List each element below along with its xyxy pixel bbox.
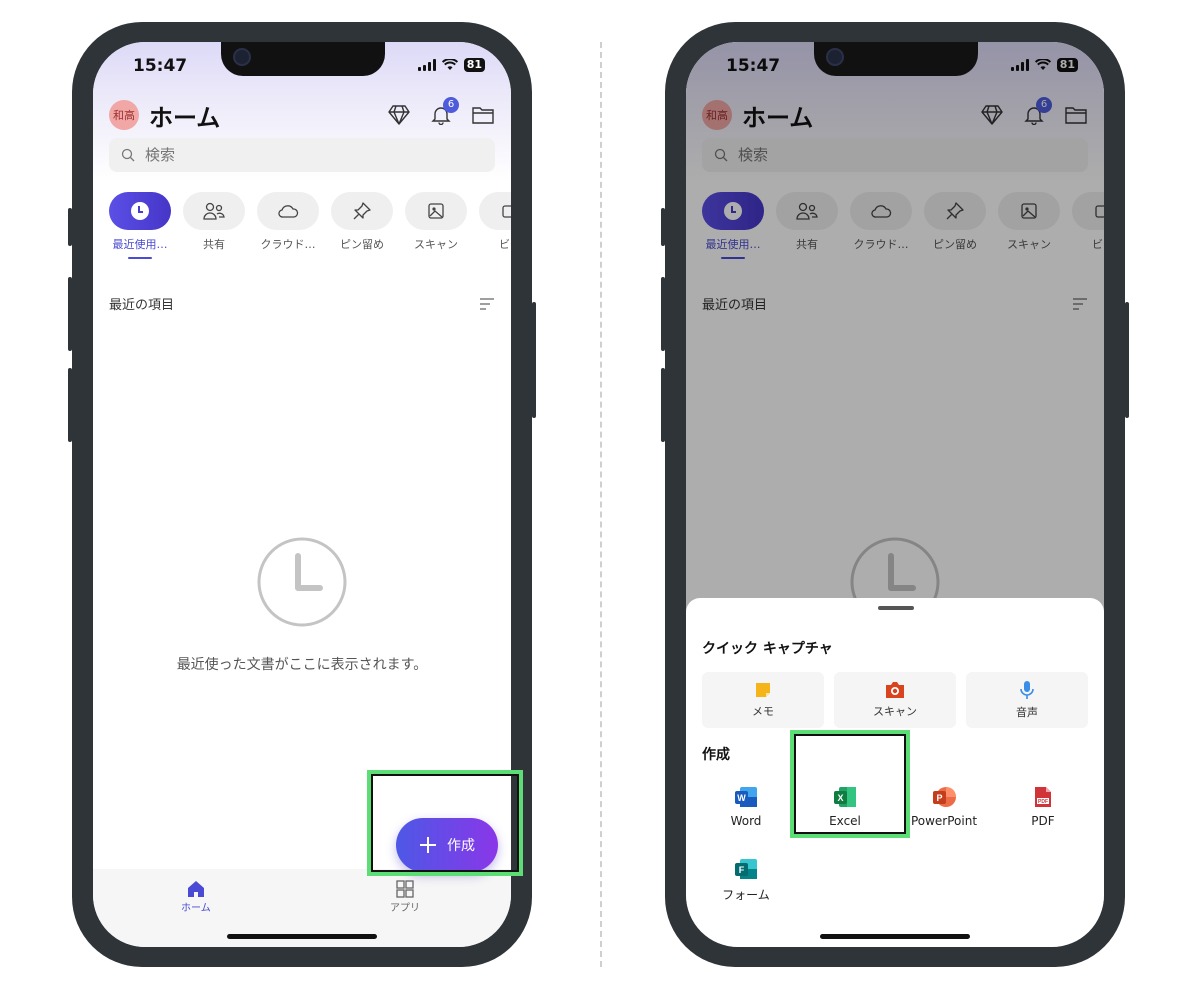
create-button-label: 作成: [447, 838, 475, 854]
camera-icon: [886, 682, 904, 698]
quick-label: 音声: [1016, 706, 1038, 719]
pdf-icon: PDF: [1035, 787, 1051, 807]
search-input[interactable]: [143, 145, 447, 165]
category-label: ビデ: [499, 238, 511, 251]
quick-capture-title: クイック キャプチャ: [702, 641, 833, 657]
quick-label: スキャン: [873, 705, 917, 718]
wifi-icon: [441, 59, 458, 70]
category-label: 共有: [203, 238, 225, 251]
tab-home[interactable]: ホーム: [181, 879, 211, 914]
clock-icon: [257, 537, 347, 627]
avatar[interactable]: 和高: [109, 100, 139, 130]
clock-icon: [131, 202, 149, 220]
mic-icon: [1020, 681, 1034, 699]
powerpoint-icon: P: [933, 787, 956, 807]
active-indicator: [128, 257, 152, 259]
word-icon: W: [735, 787, 757, 807]
category-cloud[interactable]: クラウド…: [257, 192, 319, 259]
category-label: ピン留め: [340, 238, 384, 251]
status-bar-icons: 81: [417, 58, 485, 72]
svg-text:W: W: [737, 793, 746, 803]
create-button[interactable]: 作成: [396, 818, 498, 872]
bell-icon[interactable]: 6: [429, 97, 459, 127]
category-recent[interactable]: 最近使用…: [109, 192, 171, 259]
plus-icon: [420, 837, 436, 853]
create-word-button[interactable]: W Word: [706, 786, 786, 828]
diamond-icon[interactable]: [387, 103, 411, 127]
search-bar[interactable]: [109, 138, 495, 172]
category-shared[interactable]: 共有: [183, 192, 245, 259]
people-icon: [203, 202, 225, 220]
page-title: ホーム: [149, 103, 221, 132]
create-label: フォーム: [722, 888, 770, 902]
home-indicator: [820, 934, 970, 939]
sort-icon[interactable]: [479, 297, 495, 311]
create-label: Excel: [829, 814, 861, 828]
status-time: 15:47: [133, 56, 188, 76]
pin-icon: [353, 202, 371, 220]
home-icon: [187, 881, 204, 897]
sheet-grabber[interactable]: [878, 606, 914, 610]
signal-icon: [417, 59, 436, 71]
create-label: PowerPoint: [910, 814, 978, 828]
battery-icon: 81: [463, 58, 485, 72]
create-label: Word: [730, 814, 762, 828]
phone-right: 15:47 81 和高 ホーム 6 検索 最近使用… 共有 クラウド… ピン留め…: [661, 22, 1129, 967]
cloud-icon: [278, 205, 299, 218]
phone-left: 15:47 81 和高 ホーム 6 検索 最近使用… 共有 クラウド… ピン留め…: [68, 22, 536, 967]
create-powerpoint-button[interactable]: P PowerPoint: [904, 786, 984, 828]
quick-label: メモ: [752, 705, 774, 718]
create-label: PDF: [1031, 814, 1055, 828]
create-pdf-button[interactable]: PDF PDF: [1003, 786, 1083, 828]
forms-icon: F: [735, 859, 757, 879]
create-excel-button[interactable]: X Excel: [805, 786, 885, 828]
category-label: スキャン: [414, 238, 458, 251]
section-title: 最近の項目: [109, 298, 175, 313]
tab-apps[interactable]: アプリ: [390, 879, 420, 914]
svg-text:X: X: [837, 793, 843, 803]
category-pinned[interactable]: ピン留め: [331, 192, 393, 259]
svg-text:F: F: [739, 865, 745, 875]
category-video[interactable]: ビデ: [479, 192, 511, 259]
tab-label: アプリ: [390, 903, 420, 914]
screen-left: 15:47 81 和高 ホーム 6 検索 最近使用… 共有 クラウド… ピン留め…: [93, 42, 511, 947]
svg-text:PDF: PDF: [1038, 799, 1048, 805]
excel-icon: X: [834, 787, 856, 807]
category-label: クラウド…: [260, 238, 316, 251]
tab-label: ホーム: [181, 903, 211, 914]
category-tabs: 最近使用… 共有 クラウド… ピン留め スキャン ビデ: [109, 192, 511, 259]
image-scan-icon: [428, 203, 444, 219]
create-forms-button[interactable]: F フォーム: [706, 858, 786, 903]
quick-scan-button[interactable]: スキャン: [834, 672, 956, 728]
category-label: 最近使用…: [112, 238, 168, 251]
create-section-title: 作成: [702, 747, 730, 763]
screen-right: 15:47 81 和高 ホーム 6 検索 最近使用… 共有 クラウド… ピン留め…: [686, 42, 1104, 947]
svg-text:P: P: [936, 793, 942, 803]
folder-icon[interactable]: [471, 103, 495, 127]
notification-badge: 6: [443, 97, 459, 113]
quick-voice-button[interactable]: 音声: [966, 672, 1088, 728]
video-icon: [502, 205, 511, 218]
note-icon: [756, 683, 770, 697]
divider: [600, 42, 602, 967]
search-icon: [121, 148, 135, 162]
apps-icon: [396, 880, 414, 898]
create-sheet: クイック キャプチャ メモ スキャン 音声 作成 W Word X Excel: [686, 598, 1104, 947]
category-scan[interactable]: スキャン: [405, 192, 467, 259]
empty-message: 最近使った文書がここに表示されます。: [176, 657, 428, 673]
home-indicator: [227, 934, 377, 939]
quick-memo-button[interactable]: メモ: [702, 672, 824, 728]
empty-state: 最近使った文書がここに表示されます。: [93, 536, 511, 674]
